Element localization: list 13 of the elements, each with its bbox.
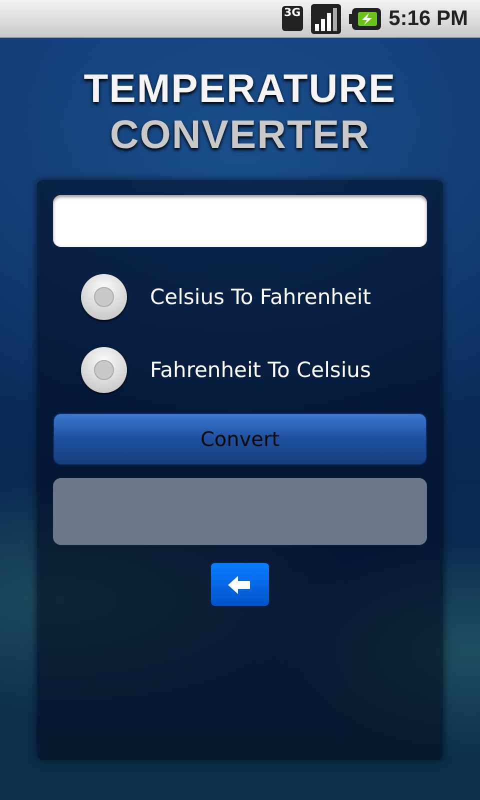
radio-button[interactable] (81, 274, 127, 320)
back-button[interactable] (211, 563, 269, 606)
status-time: 5:16 PM (388, 6, 468, 30)
signal-icon (310, 4, 341, 34)
app-title: TEMPERATURE (84, 66, 396, 112)
option-label[interactable]: Fahrenheit To Celsius (150, 358, 371, 382)
mobile-data-icon: 3G (282, 6, 303, 31)
app-title: CONVERTER (110, 112, 370, 158)
input-field[interactable] (53, 195, 427, 247)
back-arrow-icon (228, 576, 252, 594)
radio-button[interactable] (81, 347, 127, 393)
battery-charging-icon (348, 6, 381, 30)
option-label[interactable]: Celsius To Fahrenheit (150, 285, 371, 309)
